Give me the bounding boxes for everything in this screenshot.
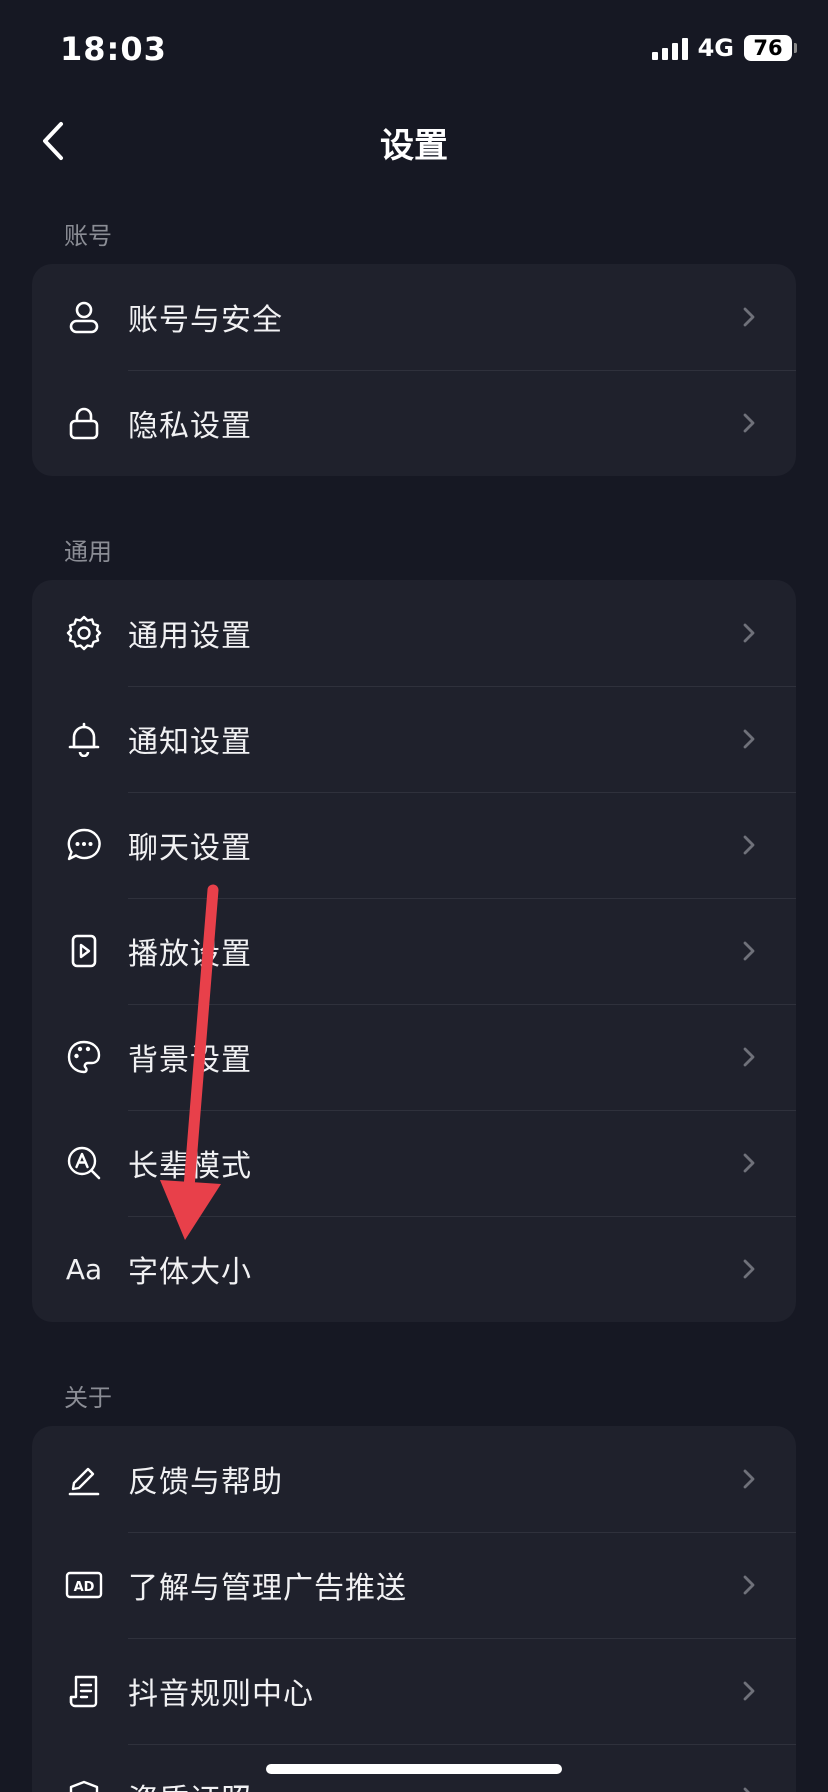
play-icon: [64, 931, 104, 971]
chevron-right-icon: [743, 941, 755, 961]
settings-row-label: 通知设置: [128, 725, 252, 760]
settings-row-label: 资质证照: [128, 1775, 252, 1792]
font-size-icon-text: Aa: [65, 1252, 103, 1286]
chevron-right-icon: [743, 307, 755, 327]
card-account: 账号与安全 隐私设置: [32, 264, 796, 476]
settings-row-rules-center[interactable]: 抖音规则中心: [32, 1638, 796, 1744]
settings-row-feedback[interactable]: 反馈与帮助: [32, 1426, 796, 1532]
bell-icon: [64, 719, 104, 759]
chevron-right-icon: [743, 1259, 755, 1279]
section-label-about: 关于: [64, 1384, 112, 1412]
settings-row-label: 隐私设置: [128, 409, 252, 444]
chevron-right-icon: [743, 1681, 755, 1701]
chat-icon: [64, 825, 104, 865]
user-icon: [64, 297, 104, 337]
section-label-general: 通用: [64, 538, 112, 566]
status-indicators: 4G 76: [651, 34, 797, 62]
network-type: 4G: [697, 34, 734, 62]
chevron-right-icon: [743, 1469, 755, 1489]
settings-row-label: 反馈与帮助: [128, 1465, 283, 1500]
settings-row-label: 抖音规则中心: [128, 1677, 314, 1712]
page-title: 设置: [380, 126, 448, 166]
edit-icon: [64, 1459, 104, 1499]
settings-row-label: 通用设置: [128, 619, 252, 654]
settings-row-label: 字体大小: [128, 1255, 252, 1290]
section-label-account: 账号: [64, 222, 112, 250]
settings-row-label: 聊天设置: [128, 831, 252, 866]
settings-row-elder-mode[interactable]: 长辈模式: [32, 1110, 796, 1216]
ad-icon: AD: [64, 1565, 104, 1605]
settings-row-account-security[interactable]: 账号与安全: [32, 264, 796, 370]
chevron-right-icon: [743, 1575, 755, 1595]
chevron-right-icon: [743, 623, 755, 643]
font-size-icon: Aa: [64, 1249, 104, 1289]
settings-screen: 18:03 4G 76 设置 账号 账号与安全 隐私设置 通用 通用设置 通知设…: [0, 0, 828, 1792]
status-time: 18:03: [60, 30, 167, 68]
card-about: 反馈与帮助 AD 了解与管理广告推送 抖音规则中心 资质证照: [32, 1426, 796, 1792]
status-bar: 18:03 4G 76: [0, 0, 828, 100]
document-icon: [64, 1671, 104, 1711]
settings-row-privacy[interactable]: 隐私设置: [32, 370, 796, 476]
battery-icon: 76: [744, 35, 797, 61]
signal-icon: [651, 36, 688, 60]
nav-bar: 设置: [0, 100, 828, 182]
settings-row-chat[interactable]: 聊天设置: [32, 792, 796, 898]
elder-mode-icon: [64, 1143, 104, 1183]
chevron-right-icon: [743, 729, 755, 749]
settings-row-font-size[interactable]: Aa 字体大小: [32, 1216, 796, 1322]
card-general: 通用设置 通知设置 聊天设置 播放设置 背景设置 长辈模式 Aa 字体大小: [32, 580, 796, 1322]
chevron-right-icon: [743, 835, 755, 855]
shield-icon: [64, 1777, 104, 1792]
settings-row-label: 播放设置: [128, 937, 252, 972]
chevron-right-icon: [743, 1047, 755, 1067]
chevron-right-icon: [743, 1153, 755, 1173]
settings-row-label: 背景设置: [128, 1043, 252, 1078]
palette-icon: [64, 1037, 104, 1077]
settings-row-ad-management[interactable]: AD 了解与管理广告推送: [32, 1532, 796, 1638]
home-indicator[interactable]: [266, 1764, 562, 1774]
gear-icon: [64, 613, 104, 653]
chevron-right-icon: [743, 413, 755, 433]
chevron-right-icon: [743, 1787, 750, 1792]
settings-row-label: 长辈模式: [128, 1149, 252, 1184]
ad-icon-text: AD: [74, 1580, 95, 1595]
settings-row-background[interactable]: 背景设置: [32, 1004, 796, 1110]
settings-row-playback[interactable]: 播放设置: [32, 898, 796, 1004]
settings-row-notifications[interactable]: 通知设置: [32, 686, 796, 792]
lock-icon: [64, 403, 104, 443]
settings-row-general[interactable]: 通用设置: [32, 580, 796, 686]
settings-row-label: 了解与管理广告推送: [128, 1571, 407, 1606]
settings-row-label: 账号与安全: [128, 303, 283, 338]
